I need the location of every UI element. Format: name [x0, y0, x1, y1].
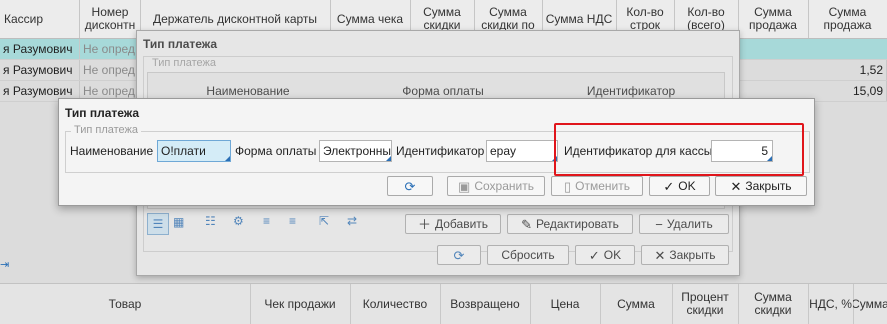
col-sum-2[interactable]: Сумма	[853, 284, 887, 324]
cell-sale-sum: 1,52	[808, 60, 887, 80]
refresh-icon: ⟳	[453, 247, 465, 263]
cash-identifier-label: Идентификатор для кассы	[564, 144, 713, 158]
list-view-icon[interactable]: ☰	[147, 213, 169, 235]
cell-card: Не опред	[80, 39, 140, 59]
col-discount-percent[interactable]: Процент скидки	[672, 284, 739, 324]
col-returned[interactable]: Возвращено	[440, 284, 531, 324]
edit-payment-type-dialog: Тип платежа Тип платежа Наименование О!п…	[58, 98, 815, 206]
close-button[interactable]: ✕ Закрыть	[641, 245, 729, 265]
add-button[interactable]: ＋ Добавить	[405, 214, 501, 234]
payment-grid-header: Наименование Форма оплаты Идентификатор	[147, 72, 725, 100]
cash-identifier-field[interactable]: 5	[711, 140, 773, 162]
group-label: Тип платежа	[149, 57, 220, 69]
close-icon: ✕	[730, 178, 742, 194]
cell-cashier: я Разумович	[0, 60, 80, 80]
refresh-button[interactable]: ⟳	[437, 245, 481, 265]
col-sale-sum-2[interactable]: Сумма продажа	[808, 0, 887, 38]
close-button[interactable]: ✕ Закрыть	[715, 176, 807, 196]
filter-icon[interactable]: ☷	[205, 214, 216, 228]
name-field[interactable]: О!плати	[157, 140, 231, 162]
plus-icon: ＋	[417, 216, 431, 232]
reset-button[interactable]: Сбросить	[487, 245, 569, 265]
col-card-number[interactable]: Номер дисконтн	[80, 0, 141, 38]
save-button[interactable]: ▣ Сохранить	[447, 176, 545, 196]
col-identifier[interactable]: Идентификатор	[538, 73, 724, 99]
cancel-button[interactable]: ▯ Отменить	[551, 176, 643, 196]
col-sum[interactable]: Сумма	[600, 284, 673, 324]
edit-group-label: Тип платежа	[71, 124, 142, 136]
window-title: Тип платежа	[143, 37, 218, 51]
settings-icon[interactable]: ⚙	[233, 214, 244, 228]
cell-sale-sum: 15,09	[808, 81, 887, 101]
check-icon: ✓	[663, 178, 675, 194]
minus-icon: −	[655, 216, 663, 232]
col-sale-check[interactable]: Чек продажи	[250, 284, 351, 324]
payment-form-label: Форма оплаты	[235, 144, 317, 158]
add-list-icon[interactable]: ≡	[289, 214, 296, 228]
dialog-title: Тип платежа	[65, 106, 140, 120]
refresh-icon: ⟳	[404, 178, 416, 194]
export-icon[interactable]: ⇱	[319, 214, 329, 228]
ok-button[interactable]: ✓ OK	[649, 176, 710, 196]
cell-card: Не опред	[80, 60, 140, 80]
name-label: Наименование	[70, 144, 154, 158]
close-icon: ✕	[654, 247, 666, 263]
edit-button[interactable]: ✎ Редактировать	[507, 214, 633, 234]
expand-icon[interactable]: ⇥	[0, 258, 9, 271]
col-payment-form[interactable]: Форма оплаты	[348, 73, 538, 99]
col-price[interactable]: Цена	[530, 284, 601, 324]
grid-view-icon[interactable]: ▦	[173, 215, 184, 229]
col-sale-sum-1[interactable]: Сумма продажа	[738, 0, 809, 38]
refresh-list-icon[interactable]: ⇄	[347, 214, 357, 228]
identifier-label: Идентификатор	[396, 144, 485, 158]
col-name[interactable]: Наименование	[148, 73, 348, 99]
bottom-grid-header: Товар Чек продажи Количество Возвращено …	[0, 283, 887, 324]
col-vat-percent[interactable]: НДС, %	[808, 284, 854, 324]
pencil-icon: ✎	[521, 216, 532, 232]
payment-form-select[interactable]: Электронны	[319, 140, 392, 162]
save-icon: ▣	[458, 178, 471, 194]
check-icon: ✓	[588, 247, 600, 263]
delete-button[interactable]: − Удалить	[639, 214, 729, 234]
col-product[interactable]: Товар	[0, 284, 251, 324]
col-quantity[interactable]: Количество	[350, 284, 441, 324]
col-cashier[interactable]: Кассир	[0, 0, 80, 38]
ok-button[interactable]: ✓ OK	[575, 245, 635, 265]
refresh-button[interactable]: ⟳	[387, 176, 433, 196]
cell-cashier: я Разумович	[0, 39, 80, 59]
col-discount-amount[interactable]: Сумма скидки	[738, 284, 809, 324]
identifier-field[interactable]: epay	[486, 140, 558, 162]
trash-icon: ▯	[564, 178, 572, 194]
sort-list-icon[interactable]: ≡	[263, 214, 270, 228]
